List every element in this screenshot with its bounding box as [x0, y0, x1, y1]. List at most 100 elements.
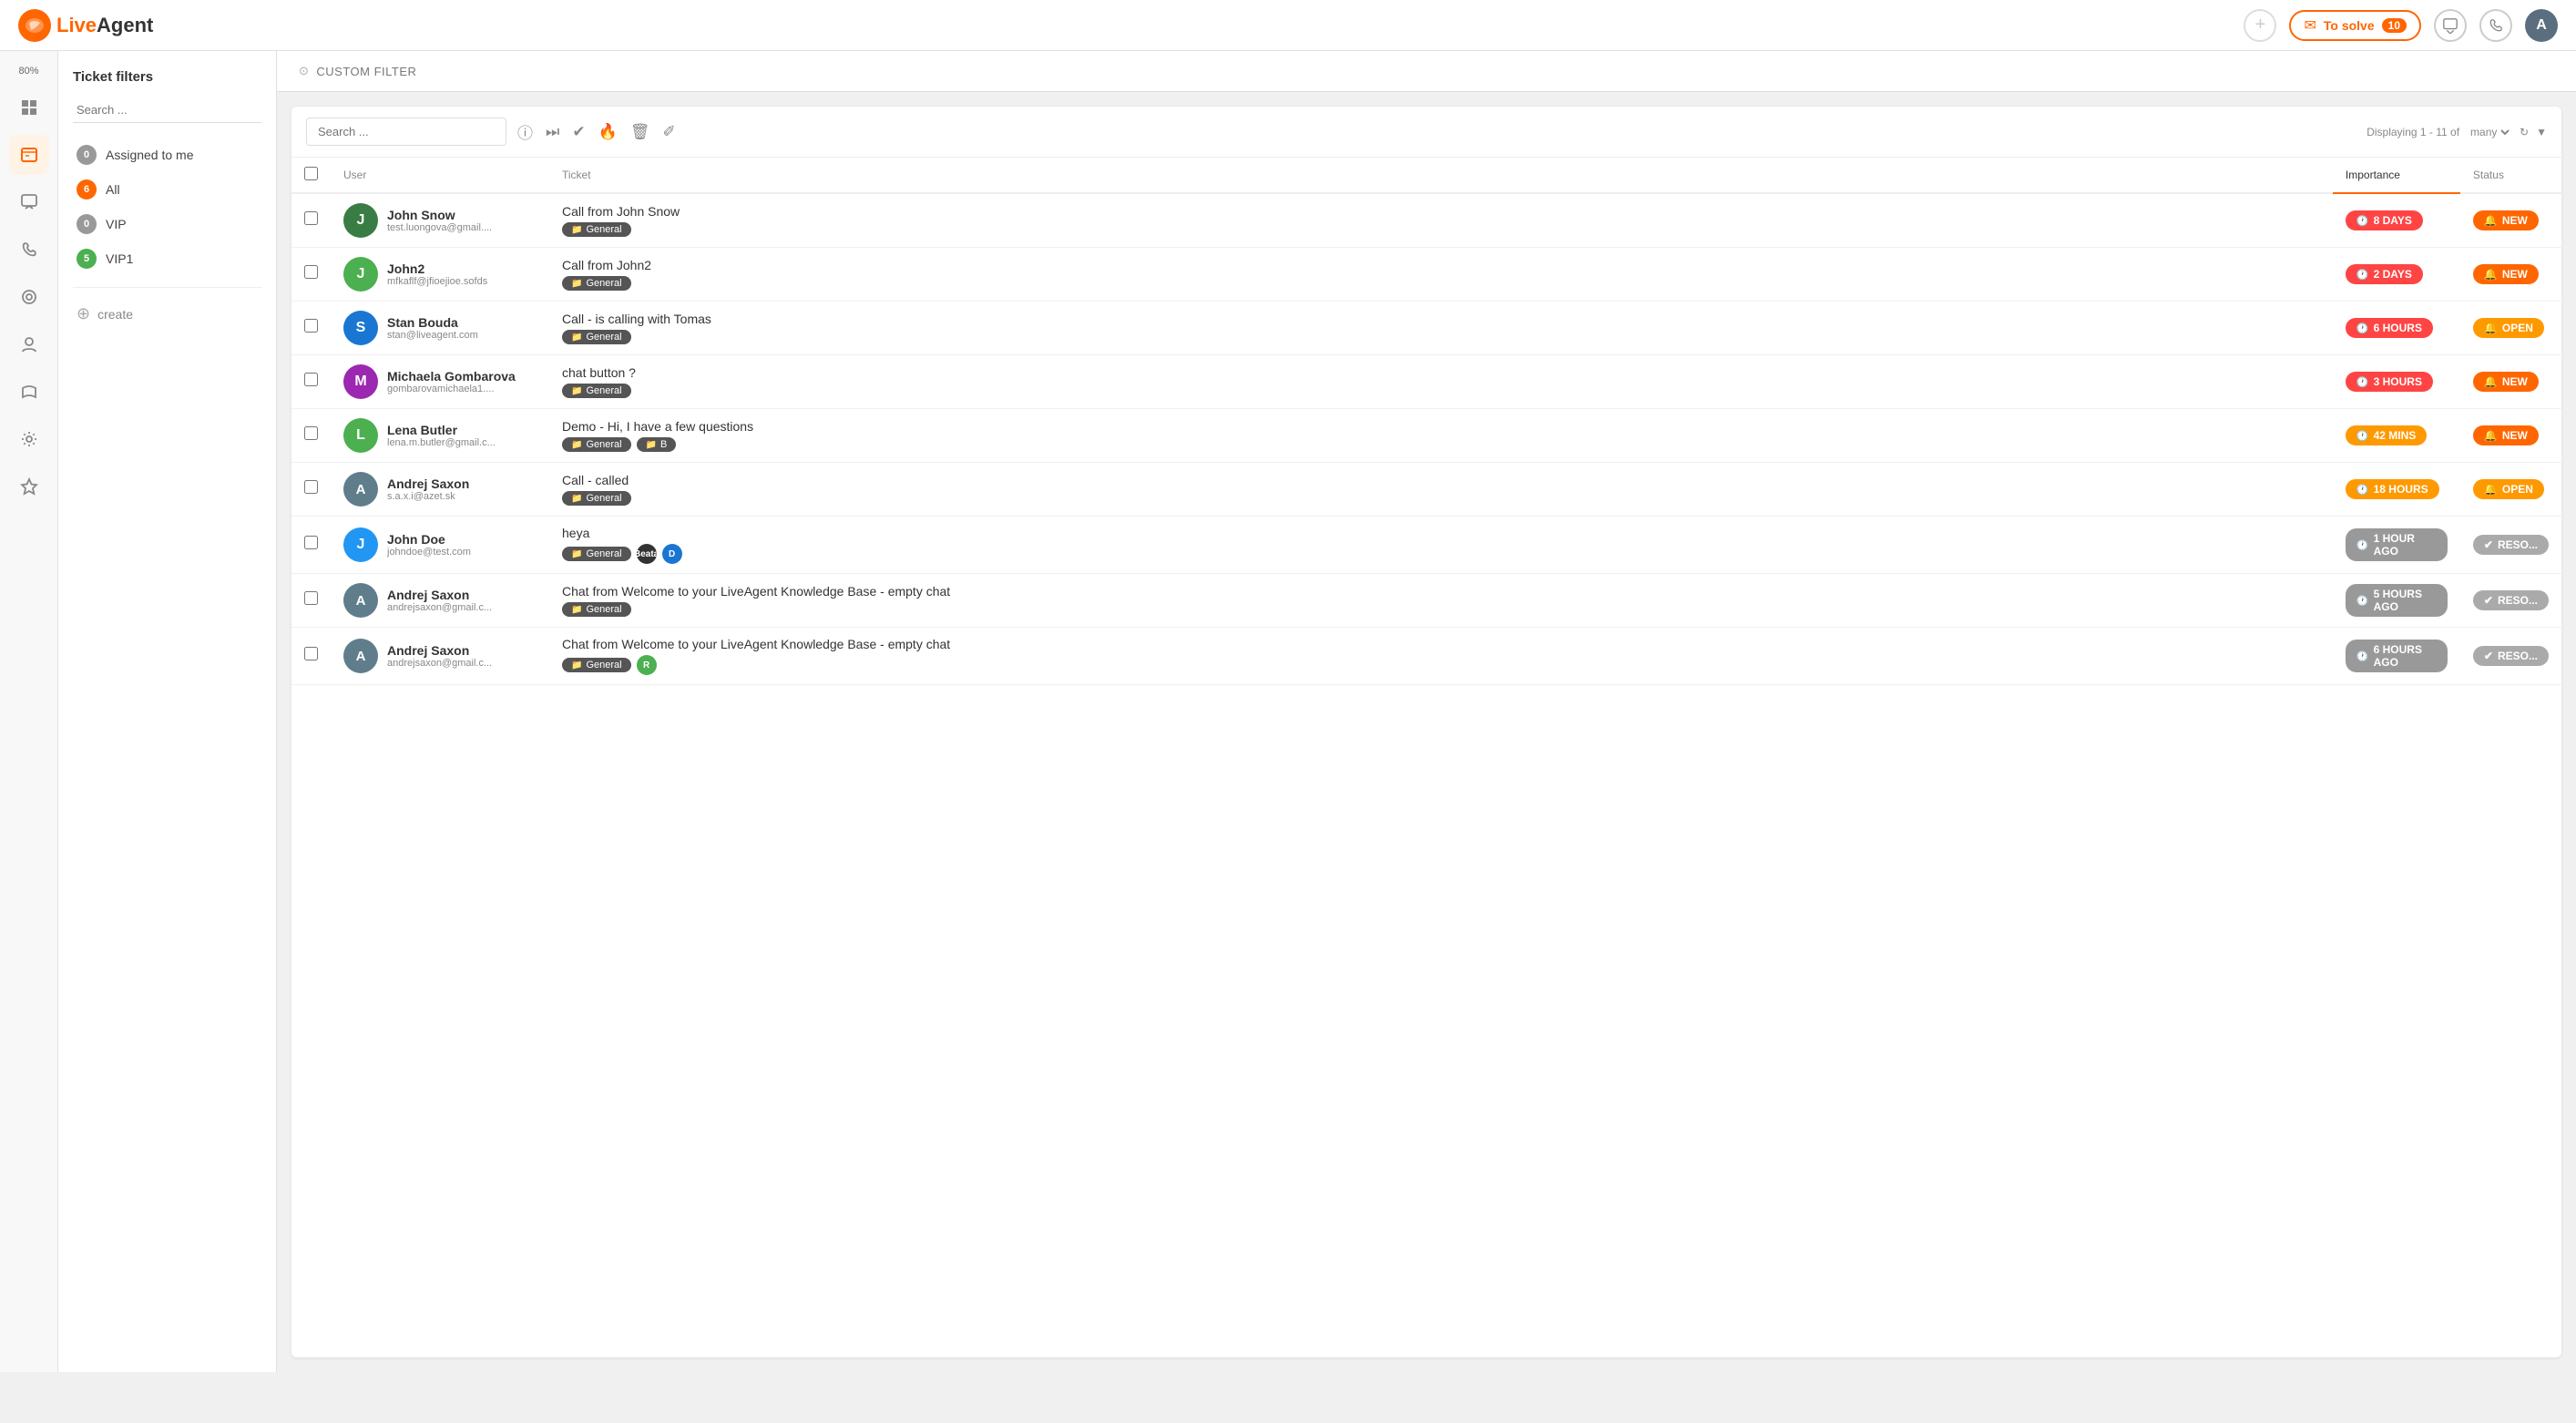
ticket-assignee-avatar: R: [637, 655, 657, 675]
col-status: Status: [2460, 158, 2561, 193]
progress-label: 80%: [18, 66, 38, 77]
table-row[interactable]: A Andrej Saxon s.a.x.i@azet.sk Call - ca…: [291, 463, 2561, 517]
sidebar-dashboard[interactable]: [9, 87, 49, 128]
select-all-checkbox[interactable]: [304, 167, 318, 180]
phone-nav-button[interactable]: [2479, 9, 2512, 42]
row-checkbox[interactable]: [304, 319, 318, 333]
sidebar-chat[interactable]: [9, 182, 49, 222]
ticket-title: Chat from Welcome to your LiveAgent Know…: [562, 584, 2320, 599]
status-icon: 🔔: [2484, 429, 2498, 442]
tickets-toolbar: ⓘ ⏭ ✔ 🔥 🗑 ✐ Displaying 1 - 11 of many 10…: [291, 107, 2561, 158]
status-icon: ✔: [2484, 594, 2493, 607]
table-header: User Ticket Importance Status: [291, 158, 2561, 193]
resolve-icon[interactable]: ✔: [572, 123, 585, 141]
user-avatar-icon: J: [343, 257, 378, 292]
sidebar-settings[interactable]: [9, 419, 49, 459]
sidebar-knowledge[interactable]: [9, 372, 49, 412]
ticket-info: Chat from Welcome to your LiveAgent Know…: [562, 584, 2320, 617]
info-icon[interactable]: ⓘ: [517, 120, 533, 143]
spam-icon[interactable]: 🔥: [598, 123, 618, 141]
logo-text: LiveAgent: [56, 14, 153, 37]
skip-icon[interactable]: ⏭: [546, 123, 559, 141]
table-row[interactable]: A Andrej Saxon andrejsaxon@gmail.c... Ch…: [291, 574, 2561, 628]
custom-filter-label: CUSTOM FILTER: [316, 65, 416, 78]
user-avatar[interactable]: A: [2525, 9, 2558, 42]
col-user: User: [331, 158, 549, 193]
display-info: Displaying 1 - 11 of many 10 25 50 ↻ ▼: [2366, 125, 2547, 139]
to-solve-button[interactable]: ✉ To solve 10: [2289, 10, 2421, 41]
table-row[interactable]: S Stan Bouda stan@liveagent.com Call - i…: [291, 302, 2561, 355]
user-info: Andrej Saxon andrejsaxon@gmail.c...: [387, 588, 492, 613]
ticket-tag: 📁General: [562, 602, 631, 617]
filter-item-all[interactable]: 6 All: [73, 172, 261, 207]
status-badge: 🔔OPEN: [2473, 479, 2544, 499]
sidebar-reports[interactable]: [9, 277, 49, 317]
user-email: mfkaflf@jfioejioe.sofds: [387, 276, 487, 287]
plus-button[interactable]: +: [2244, 9, 2276, 42]
user-avatar-icon: S: [343, 311, 378, 345]
filter-item-vip1[interactable]: 5 VIP1: [73, 241, 261, 276]
logo[interactable]: LiveAgent: [18, 9, 153, 42]
table-row[interactable]: J John Doe johndoe@test.com heya 📁Genera…: [291, 517, 2561, 574]
sidebar-tickets[interactable]: [9, 135, 49, 175]
row-checkbox[interactable]: [304, 536, 318, 549]
importance-badge: 🕐8 DAYS: [2346, 210, 2423, 230]
ticket-tag: 📁General: [562, 276, 631, 291]
user-email: gombarovamichaela1....: [387, 384, 516, 394]
more-icon[interactable]: ✐: [662, 123, 675, 141]
to-solve-label: To solve: [2324, 18, 2375, 33]
ticket-assignee-avatar: D: [662, 544, 682, 564]
refresh-icon[interactable]: ↻: [2520, 126, 2529, 138]
display-count-select[interactable]: many 10 25 50: [2467, 125, 2512, 139]
table-row[interactable]: L Lena Butler lena.m.butler@gmail.c... D…: [291, 409, 2561, 463]
sidebar-calls[interactable]: [9, 230, 49, 270]
sidebar-contacts[interactable]: [9, 324, 49, 364]
ticket-tags: 📁General📁B: [562, 437, 2320, 452]
ticket-tag: 📁General: [562, 384, 631, 398]
user-cell: A Andrej Saxon andrejsaxon@gmail.c...: [343, 583, 537, 618]
row-checkbox[interactable]: [304, 647, 318, 660]
filter-item-vip[interactable]: 0 VIP: [73, 207, 261, 241]
status-badge: 🔔NEW: [2473, 425, 2539, 445]
row-checkbox[interactable]: [304, 426, 318, 440]
row-checkbox[interactable]: [304, 480, 318, 494]
table-row[interactable]: J John2 mfkaflf@jfioejioe.sofds Call fro…: [291, 248, 2561, 302]
row-checkbox[interactable]: [304, 373, 318, 386]
ticket-tag: 📁General: [562, 222, 631, 237]
main-layout: 80% Ticket filters: [0, 51, 2576, 1372]
user-cell: J John2 mfkaflf@jfioejioe.sofds: [343, 257, 537, 292]
filter-label-assigned: Assigned to me: [106, 148, 194, 162]
table-row[interactable]: J John Snow test.luongova@gmail.... Call…: [291, 193, 2561, 248]
row-checkbox[interactable]: [304, 265, 318, 279]
row-checkbox[interactable]: [304, 211, 318, 225]
col-importance[interactable]: Importance: [2333, 158, 2460, 193]
table-row[interactable]: M Michaela Gombarova gombarovamichaela1.…: [291, 355, 2561, 409]
status-badge: ✔RESO...: [2473, 535, 2549, 555]
filter-icon[interactable]: ▼: [2536, 126, 2547, 138]
create-filter-item[interactable]: ⊕ create: [73, 299, 261, 329]
icon-sidebar: 80%: [0, 51, 58, 1372]
filter-item-assigned[interactable]: 0 Assigned to me: [73, 138, 261, 172]
user-name: John2: [387, 261, 487, 276]
user-email: andrejsaxon@gmail.c...: [387, 658, 492, 669]
ticket-tags: 📁General: [562, 384, 2320, 398]
user-cell: A Andrej Saxon andrejsaxon@gmail.c...: [343, 639, 537, 673]
row-checkbox[interactable]: [304, 591, 318, 605]
delete-icon[interactable]: 🗑: [630, 123, 650, 141]
tickets-search-input[interactable]: [306, 118, 506, 146]
user-avatar-icon: L: [343, 418, 378, 453]
ticket-title: Call from John2: [562, 258, 2320, 272]
topnav-right: + ✉ To solve 10 A: [2244, 9, 2558, 42]
user-name: Andrej Saxon: [387, 476, 469, 491]
filter-search-input[interactable]: [73, 97, 261, 123]
ticket-info: chat button ? 📁General: [562, 365, 2320, 398]
importance-badge: 🕐3 HOURS: [2346, 372, 2433, 392]
status-icon: 🔔: [2484, 375, 2498, 388]
importance-badge: 🕐5 HOURS AGO: [2346, 584, 2448, 617]
chat-nav-button[interactable]: [2434, 9, 2467, 42]
user-info: Andrej Saxon s.a.x.i@azet.sk: [387, 476, 469, 502]
sidebar-favorites[interactable]: [9, 466, 49, 507]
table-row[interactable]: A Andrej Saxon andrejsaxon@gmail.c... Ch…: [291, 628, 2561, 685]
user-name: John Snow: [387, 208, 492, 222]
filter-panel: Ticket filters 0 Assigned to me 6 All 0 …: [58, 51, 277, 1372]
